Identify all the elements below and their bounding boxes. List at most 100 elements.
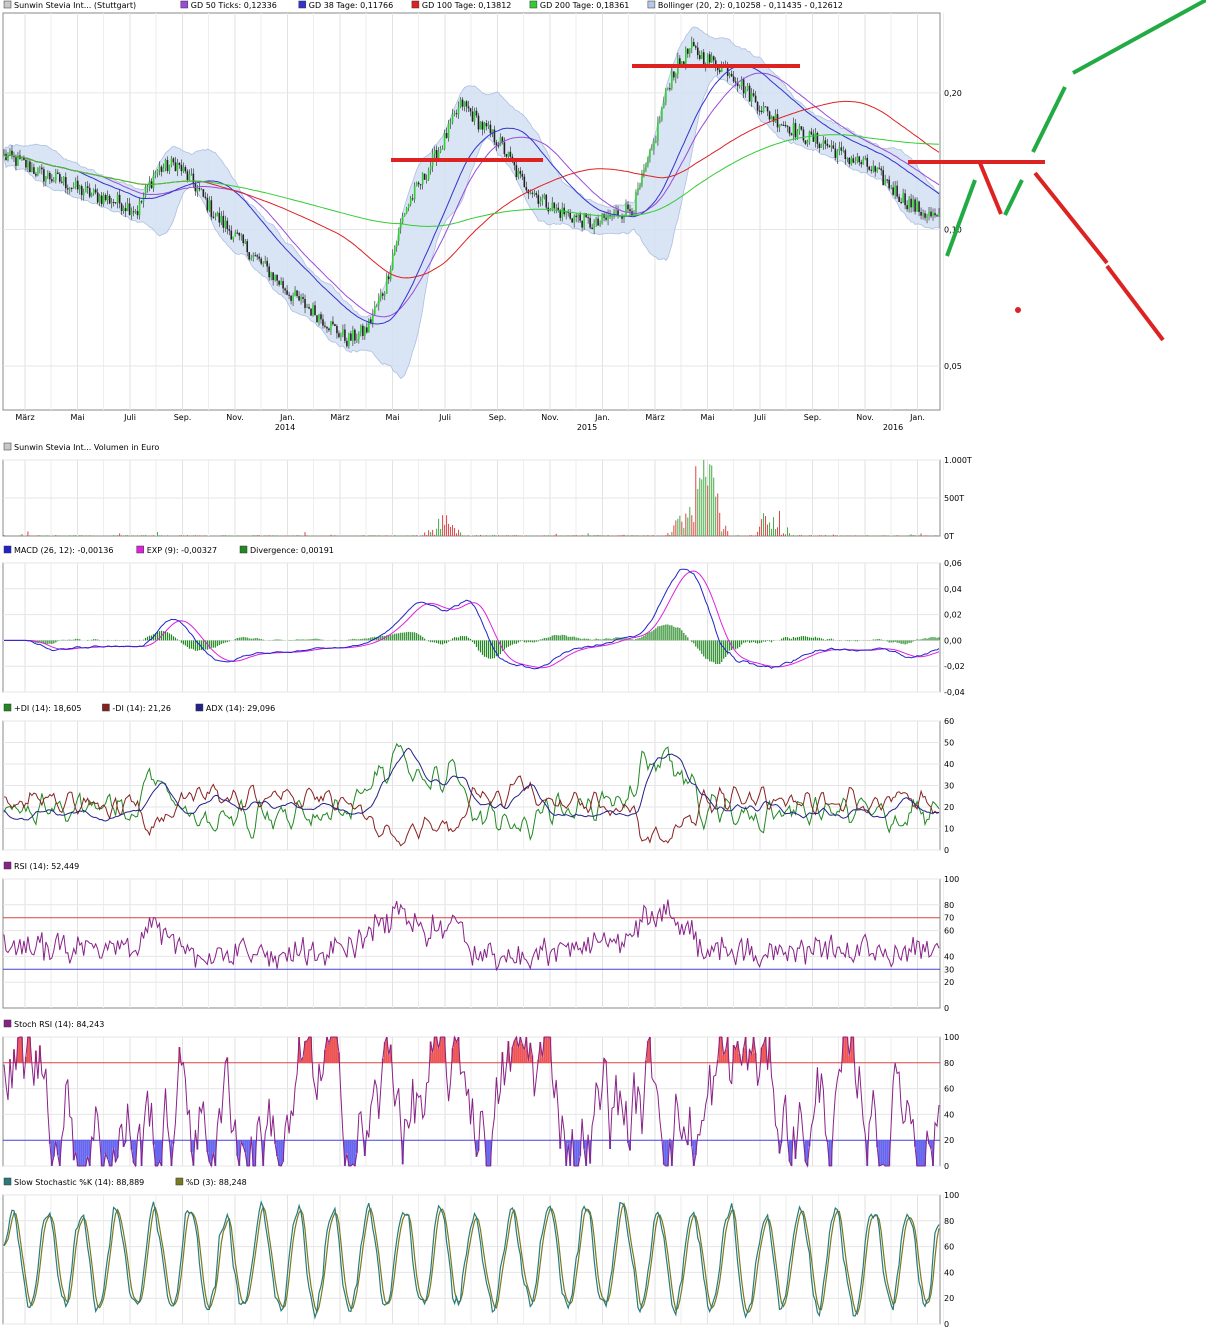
candle-body	[700, 52, 703, 59]
candle-body	[884, 179, 886, 186]
price-legend-swatch-2	[298, 0, 307, 9]
candle-body	[918, 201, 920, 212]
candle-body	[521, 173, 524, 177]
candle-body	[469, 108, 472, 112]
price-xtick-12: März	[645, 413, 664, 422]
candle-body	[49, 172, 51, 180]
volume-legend-swatch-0	[3, 442, 12, 451]
candle-body	[862, 158, 865, 165]
candle-body	[328, 328, 330, 331]
candle-body	[637, 187, 639, 192]
candle-body	[70, 187, 73, 189]
candle-body	[202, 189, 205, 197]
candle-body	[336, 326, 338, 334]
price-xtick-6: März	[330, 413, 349, 422]
candle-body	[128, 203, 131, 215]
candle-body	[888, 179, 890, 189]
rsi-ytick-1: 80	[944, 901, 954, 910]
candle-body	[45, 176, 47, 182]
candle-body	[296, 290, 298, 297]
candle-body	[639, 184, 641, 188]
price-xtick-14: Juli	[753, 413, 766, 422]
candle-body	[926, 215, 928, 218]
candle-body	[667, 88, 669, 90]
candle-body	[184, 167, 187, 172]
projection-green-1	[945, 179, 977, 257]
candle-body	[872, 166, 875, 171]
candle-body	[180, 164, 183, 172]
candle-body	[938, 213, 940, 216]
candle-body	[106, 195, 109, 201]
candle-body	[690, 42, 693, 49]
candle-body	[890, 187, 892, 189]
rsi-ytick-6: 20	[944, 978, 954, 987]
candle-body	[206, 197, 209, 211]
candle-body	[170, 158, 173, 166]
candle-body	[403, 213, 406, 217]
candle-body	[25, 159, 27, 168]
candle-body	[902, 193, 904, 203]
candle-body	[459, 99, 462, 107]
dmi-ytick-4: 20	[944, 803, 954, 812]
macd-legend-swatch-2	[239, 545, 248, 554]
candle-body	[439, 148, 442, 152]
candle-body	[94, 189, 97, 193]
candle-body	[429, 166, 432, 170]
candle-body	[657, 121, 659, 141]
price-legend-label-4: GD 200 Tage: 0,18361	[540, 1, 630, 10]
candle-body	[356, 339, 358, 341]
candle-body	[744, 89, 747, 94]
candle-body	[104, 194, 107, 201]
candle-body	[850, 158, 853, 165]
candle-body	[276, 274, 278, 281]
candle-body	[421, 173, 424, 185]
candle-body	[417, 182, 420, 185]
candle-body	[790, 133, 793, 136]
candle-body	[278, 280, 280, 285]
candle-body	[362, 325, 364, 336]
candle-body	[385, 276, 388, 294]
candle-body	[334, 324, 336, 327]
candle-body	[774, 114, 777, 122]
dmi-legend-label-1: -DI (14): 21,26	[112, 704, 171, 713]
candle-body	[134, 211, 137, 213]
candle-body	[55, 172, 57, 181]
candle-body	[555, 207, 558, 209]
candle-body	[397, 228, 400, 241]
candle-body	[655, 140, 657, 142]
candle-body	[782, 124, 785, 126]
stochrsi-ytick-2: 60	[944, 1085, 954, 1094]
candle-body	[443, 132, 446, 149]
price-legend-swatch-0	[3, 0, 12, 9]
candle-body	[112, 201, 115, 203]
candle-body	[776, 114, 779, 128]
candle-body	[828, 145, 831, 147]
candle-body	[798, 126, 801, 132]
candle-body	[288, 294, 290, 296]
candle-body	[842, 150, 845, 152]
candle-body	[214, 216, 217, 218]
candle-body	[100, 195, 103, 204]
candle-body	[300, 297, 302, 301]
candle-body	[314, 305, 316, 316]
candle-body	[352, 329, 354, 341]
candle-body	[374, 306, 376, 315]
candle-body	[377, 297, 380, 305]
projection-green-2	[1003, 179, 1024, 216]
candle-body	[673, 71, 675, 78]
candle-body	[613, 211, 615, 216]
candle-body	[47, 172, 49, 177]
candle-body	[266, 260, 268, 267]
projection-red-2	[1033, 171, 1109, 265]
slowstoch-legend-label-0: Slow Stochastic %K (14): 88,889	[14, 1178, 144, 1187]
candle-body	[465, 101, 468, 107]
price-xtick-7: Mai	[385, 413, 399, 422]
candle-body	[152, 175, 155, 189]
slowstoch-ytick-1: 80	[944, 1217, 954, 1226]
candle-body	[228, 228, 231, 231]
dmi-ytick-1: 50	[944, 739, 954, 748]
candle-body	[764, 106, 767, 108]
stochrsi-ytick-4: 20	[944, 1136, 954, 1145]
candle-body	[405, 208, 408, 214]
dmi-legend-swatch-0	[3, 703, 12, 712]
